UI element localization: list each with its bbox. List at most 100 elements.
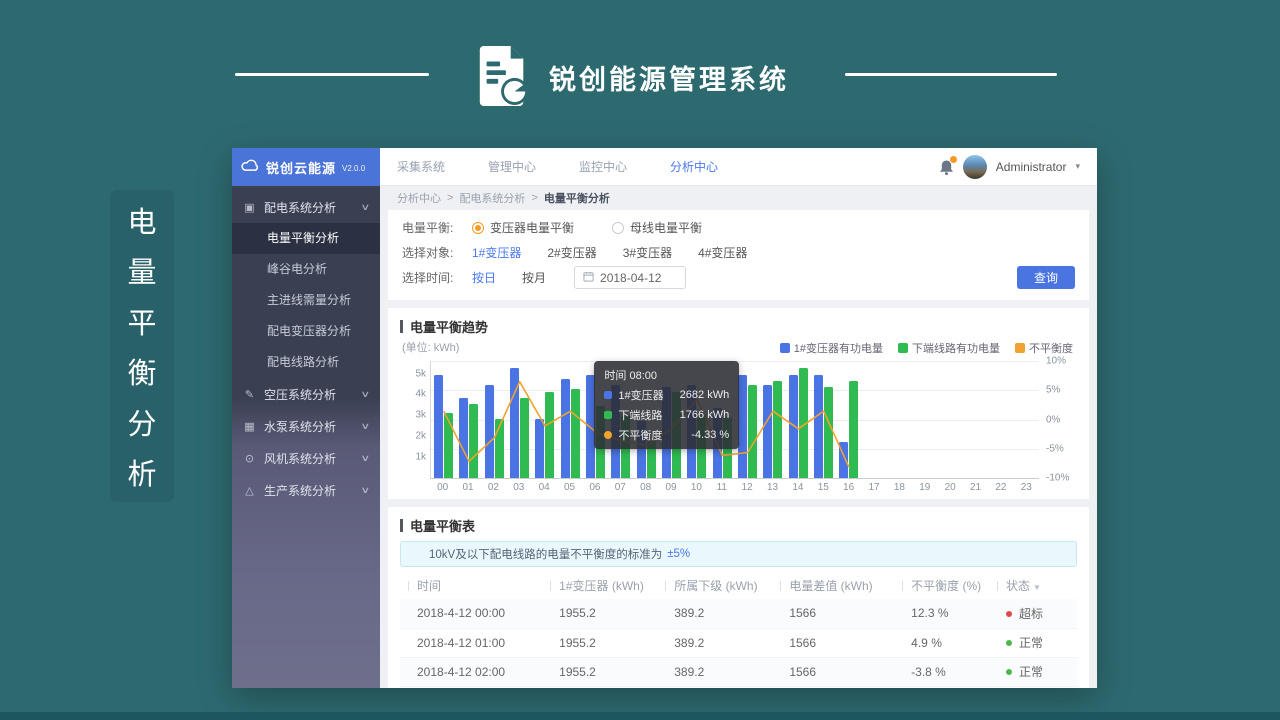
legend-item-1[interactable]: 下端线路有功电量 — [898, 340, 1000, 356]
chevron-down-icon: ∨ — [361, 485, 371, 496]
sidebar-group-label: 水泵系统分析 — [264, 418, 336, 435]
sidebar-group-label: 生产系统分析 — [264, 482, 336, 499]
cell-3: 1566 — [772, 599, 894, 628]
sidebar-group-0[interactable]: ▣配电系统分析∨ — [232, 191, 380, 223]
chevron-down-icon: ∨ — [361, 202, 371, 213]
radio-icon — [472, 222, 484, 234]
title-bar-decoration — [400, 519, 403, 532]
legend-label: 1#变压器有功电量 — [794, 340, 883, 356]
nav-item-3[interactable]: 分析中心 — [670, 158, 718, 175]
object-option-1[interactable]: 2#变压器 — [547, 246, 596, 260]
column-header-0: 时间 — [400, 572, 542, 599]
header-separator — [780, 581, 781, 591]
bell-icon[interactable] — [939, 158, 954, 176]
sidebar-group-3[interactable]: ⊙风机系统分析∨ — [232, 442, 380, 474]
x-axis-tick: 00 — [430, 482, 455, 493]
radio-label: 母线电量平衡 — [630, 219, 702, 236]
breadcrumb-item-1[interactable]: 配电系统分析 — [459, 190, 525, 206]
nav-item-0[interactable]: 采集系统 — [397, 158, 445, 175]
chart-legend: 1#变压器有功电量下端线路有功电量不平衡度 — [780, 340, 1073, 356]
object-options: 1#变压器 2#变压器 3#变压器 4#变压器 — [472, 244, 773, 261]
sidebar-group-4[interactable]: △ 生产系统分析 ∨ — [232, 474, 380, 506]
y-axis-left-tick: 1k — [415, 452, 431, 463]
app-sidebar: 锐创云能源 V2.0.0 ▣配电系统分析∨电量平衡分析峰谷电分析主进线需量分析配… — [232, 148, 380, 688]
x-axis-tick: 05 — [557, 482, 582, 493]
sidebar-group-1[interactable]: ✎空压系统分析∨ — [232, 378, 380, 410]
radio-icon — [612, 222, 624, 234]
calendar-icon — [583, 271, 594, 285]
sidebar-item-0-2[interactable]: 主进线需量分析 — [232, 285, 380, 316]
chevron-down-icon: ∨ — [361, 421, 371, 432]
sidebar-group-2[interactable]: ▦水泵系统分析∨ — [232, 410, 380, 442]
app-logo[interactable]: 锐创云能源 V2.0.0 — [232, 148, 380, 186]
y-axis-left-tick: 2k — [415, 431, 431, 442]
y-axis-right-tick: -5% — [1039, 443, 1064, 454]
cell-1: 1955.2 — [542, 686, 657, 688]
header-separator — [408, 581, 409, 591]
cell-0: 2018-4-12 00:00 — [400, 599, 542, 628]
nav-item-1[interactable]: 管理中心 — [488, 158, 536, 175]
chart-title: 电量平衡趋势 — [410, 317, 488, 336]
sidebar-item-0-3[interactable]: 配电变压器分析 — [232, 316, 380, 347]
tooltip-value: 1766 kWh — [670, 409, 730, 421]
table-row-2: 2018-4-12 02:001955.2389.21566-3.8 %正常 — [400, 657, 1077, 686]
bottom-accent-strip — [0, 712, 1280, 720]
breadcrumb-item-0[interactable]: 分析中心 — [397, 190, 441, 206]
product-name: 锐创云能源 — [266, 158, 336, 177]
status-badge: 正常 — [1019, 665, 1043, 679]
sidebar-item-0-0[interactable]: 电量平衡分析 — [232, 223, 380, 254]
breadcrumb-item-2: 电量平衡分析 — [544, 190, 610, 206]
cell-4: 3.1 % — [894, 686, 989, 688]
column-header-1: 1#变压器 (kWh) — [542, 572, 657, 599]
table-body: 2018-4-12 00:001955.2389.2156612.3 %超标20… — [400, 599, 1077, 688]
table-row-1: 2018-4-12 01:001955.2389.215664.9 %正常 — [400, 628, 1077, 657]
x-axis-tick: 15 — [811, 482, 836, 493]
caret-down-icon[interactable]: ▾ — [1075, 161, 1080, 172]
vertical-label-char: 分 — [127, 401, 156, 443]
nav-item-2[interactable]: 监控中心 — [579, 158, 627, 175]
breadcrumb-separator: > — [531, 192, 537, 204]
balance-options: 变压器电量平衡 母线电量平衡 — [472, 219, 740, 236]
legend-item-0[interactable]: 1#变压器有功电量 — [780, 340, 883, 356]
tooltip-marker — [604, 431, 612, 439]
sort-filter-icon: ▼ — [1033, 583, 1041, 592]
cell-2: 389.2 — [657, 628, 772, 657]
object-option-2[interactable]: 3#变压器 — [623, 246, 672, 260]
x-axis-tick: 22 — [988, 482, 1013, 493]
username[interactable]: Administrator — [996, 160, 1067, 174]
chart-panel: 电量平衡趋势 (单位: kWh) 1#变压器有功电量下端线路有功电量不平衡度 5… — [388, 308, 1089, 499]
time-mode-0[interactable]: 按日 — [472, 271, 496, 285]
table-panel: 电量平衡表 10kV及以下配电线路的电量不平衡度的标准为 ±5% 时间1#变压器… — [388, 507, 1089, 688]
document-refresh-icon — [474, 44, 532, 113]
vertical-label-char: 量 — [127, 249, 156, 291]
header-divider-left — [235, 73, 429, 76]
filter-row-balance: 电量平衡: 变压器电量平衡母线电量平衡 — [402, 215, 1075, 240]
column-header-5[interactable]: 状态▼ — [989, 572, 1077, 599]
date-picker[interactable]: 2018-04-12 — [574, 266, 686, 289]
chevron-down-icon: ∨ — [361, 389, 371, 400]
product-version: V2.0.0 — [342, 164, 365, 173]
x-axis-tick: 16 — [836, 482, 861, 493]
vertical-label-char: 析 — [127, 451, 156, 493]
header-separator — [997, 581, 998, 591]
time-mode-1[interactable]: 按月 — [522, 271, 546, 285]
sidebar-item-0-1[interactable]: 峰谷电分析 — [232, 254, 380, 285]
filter-row-object: 选择对象: 1#变压器 2#变压器 3#变压器 4#变压器 — [402, 240, 1075, 265]
object-option-3[interactable]: 4#变压器 — [698, 246, 747, 260]
balance-radio-1[interactable]: 母线电量平衡 — [612, 219, 702, 236]
cell-1: 1955.2 — [542, 599, 657, 628]
balance-radio-0[interactable]: 变压器电量平衡 — [472, 219, 574, 236]
production-system-icon: △ — [243, 484, 256, 497]
tooltip-time: 时间 08:00 — [604, 367, 729, 383]
cell-1: 1955.2 — [542, 657, 657, 686]
object-option-0[interactable]: 1#变压器 — [472, 246, 521, 260]
avatar[interactable] — [963, 155, 987, 179]
status-badge: 正常 — [1019, 636, 1043, 650]
legend-item-2[interactable]: 不平衡度 — [1015, 340, 1073, 356]
filter-label: 选择对象: — [402, 244, 472, 261]
query-button[interactable]: 查询 — [1017, 266, 1075, 289]
sidebar-item-0-4[interactable]: 配电线路分析 — [232, 347, 380, 378]
x-axis-tick: 02 — [481, 482, 506, 493]
standard-notice: 10kV及以下配电线路的电量不平衡度的标准为 ±5% — [400, 541, 1077, 567]
cell-3: 1566 — [772, 657, 894, 686]
